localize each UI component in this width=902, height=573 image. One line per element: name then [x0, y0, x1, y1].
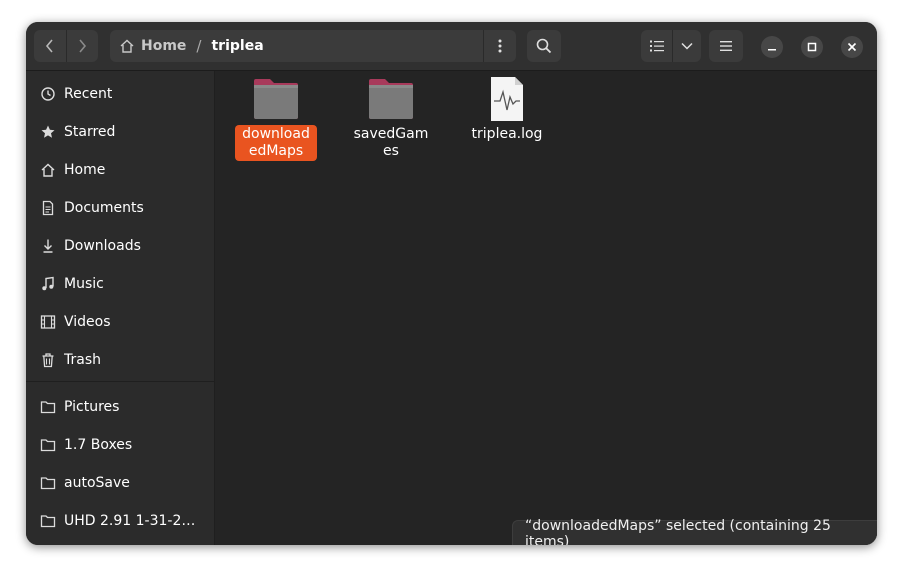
- sidebar-item-documents[interactable]: Documents: [26, 189, 214, 227]
- file-item-folder[interactable]: savedGames: [343, 77, 439, 161]
- sidebar: Recent Starred Home Documents Downloads …: [26, 71, 215, 545]
- maximize-button[interactable]: [801, 36, 823, 58]
- sidebar-item-downloads[interactable]: Downloads: [26, 227, 214, 265]
- maximize-icon: [807, 42, 817, 52]
- sidebar-item-label: Recent: [64, 86, 113, 102]
- chevron-right-icon: [79, 39, 87, 53]
- sidebar-item-label: autoSave: [64, 475, 130, 491]
- trash-icon: [40, 352, 56, 368]
- chevron-down-icon: [681, 42, 693, 50]
- download-icon: [40, 238, 56, 254]
- sidebar-bookmark-pictures[interactable]: Pictures: [26, 388, 214, 426]
- folder-icon: [40, 475, 56, 491]
- star-icon: [40, 124, 56, 140]
- close-icon: [847, 42, 857, 52]
- sidebar-item-label: Downloads: [64, 238, 141, 254]
- view-switcher: [641, 30, 701, 62]
- sidebar-item-videos[interactable]: Videos: [26, 303, 214, 341]
- folder-icon: [40, 399, 56, 415]
- sidebar-item-label: 1.7 Boxes: [64, 437, 133, 453]
- close-button[interactable]: [841, 36, 863, 58]
- clock-icon: [40, 86, 56, 102]
- sidebar-item-music[interactable]: Music: [26, 265, 214, 303]
- breadcrumb-current-folder[interactable]: triplea: [211, 38, 263, 54]
- sidebar-divider: [26, 381, 214, 382]
- sidebar-item-trash[interactable]: Trash: [26, 341, 214, 379]
- document-icon: [40, 200, 56, 216]
- selection-status: “downloadedMaps” selected (containing 25…: [512, 518, 877, 545]
- file-view: downloadedMaps savedGames triplea.log: [215, 71, 877, 545]
- file-name: triplea.log: [471, 126, 543, 142]
- log-file-icon: [491, 77, 523, 121]
- hamburger-icon: [720, 41, 732, 51]
- file-name: savedGames: [353, 126, 429, 159]
- home-icon: [120, 39, 134, 53]
- path-bar: Home / triplea: [110, 30, 516, 62]
- minimize-button[interactable]: [761, 36, 783, 58]
- sidebar-bookmark-uhd[interactable]: UHD 2.91 1-31-24 …: [26, 502, 214, 540]
- folder-icon: [369, 79, 413, 119]
- vertical-dots-icon: [498, 39, 502, 53]
- main-menu-button[interactable]: [709, 30, 743, 62]
- minimize-icon: [768, 49, 776, 51]
- list-view-icon: [649, 40, 664, 52]
- sidebar-item-home[interactable]: Home: [26, 151, 214, 189]
- sidebar-item-recent[interactable]: Recent: [26, 75, 214, 113]
- folder-icon: [254, 79, 298, 119]
- sidebar-item-label: Documents: [64, 200, 144, 216]
- sidebar-bookmark-autosave[interactable]: autoSave: [26, 464, 214, 502]
- file-name: downloadedMaps: [235, 125, 317, 161]
- sidebar-bookmark-1-7-boxes[interactable]: 1.7 Boxes: [26, 426, 214, 464]
- breadcrumb-home-label: Home: [141, 38, 187, 54]
- home-icon: [40, 162, 56, 178]
- sidebar-item-label: Starred: [64, 124, 116, 140]
- list-view-button[interactable]: [641, 30, 672, 62]
- sidebar-item-label: Videos: [64, 314, 111, 330]
- sidebar-item-label: UHD 2.91 1-31-24 …: [64, 513, 204, 529]
- chevron-left-icon: [45, 39, 53, 53]
- sidebar-item-label: Music: [64, 276, 104, 292]
- sidebar-item-starred[interactable]: Starred: [26, 113, 214, 151]
- file-item-log[interactable]: triplea.log: [459, 77, 555, 144]
- sidebar-item-label: Home: [64, 162, 106, 178]
- search-icon: [536, 38, 552, 54]
- forward-button[interactable]: [65, 30, 99, 62]
- back-button[interactable]: [34, 30, 66, 62]
- file-item-folder[interactable]: downloadedMaps: [228, 77, 324, 161]
- navigation-buttons: [34, 30, 98, 62]
- folder-icon: [40, 437, 56, 453]
- sidebar-item-label: Pictures: [64, 399, 120, 415]
- header-bar: Home / triplea: [26, 22, 877, 71]
- music-note-icon: [40, 276, 56, 292]
- folder-icon: [40, 513, 56, 529]
- path-menu-button[interactable]: [483, 30, 516, 62]
- view-options-button[interactable]: [672, 30, 701, 62]
- breadcrumb-home[interactable]: Home: [119, 38, 186, 54]
- file-manager-window: Home / triplea Recent Starred Home Docum…: [26, 22, 877, 545]
- film-icon: [40, 314, 56, 330]
- breadcrumb-separator: /: [196, 37, 202, 55]
- sidebar-item-label: Trash: [64, 352, 101, 368]
- search-button[interactable]: [527, 30, 561, 62]
